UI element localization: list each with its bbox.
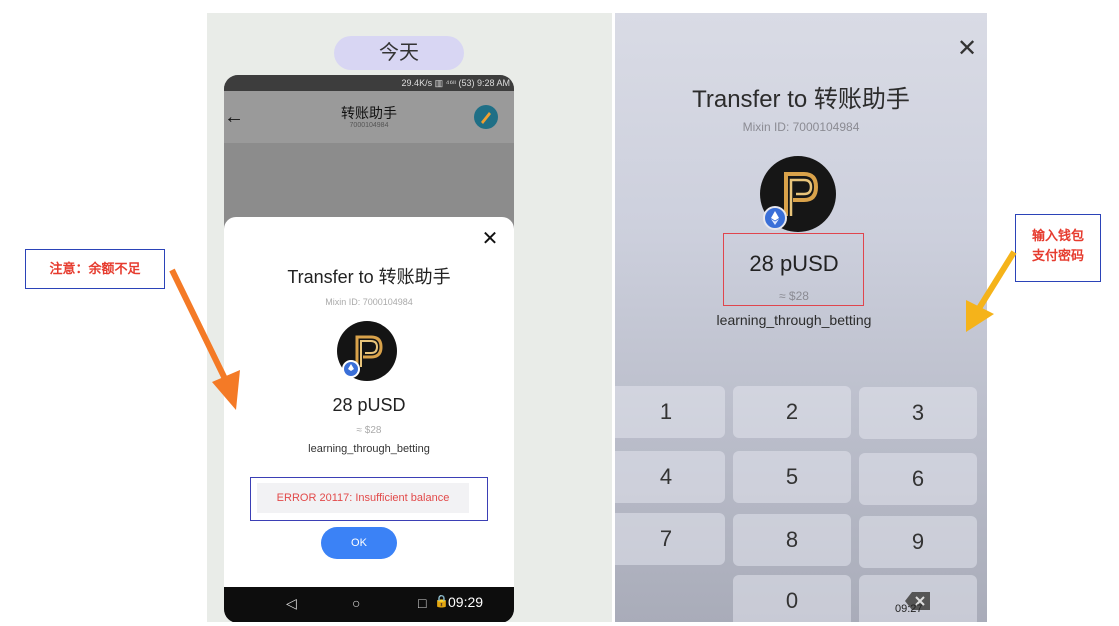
orange-arrow-icon xyxy=(169,268,240,410)
annotation-arrows xyxy=(169,250,1017,410)
yellow-arrow-icon xyxy=(966,250,1017,332)
